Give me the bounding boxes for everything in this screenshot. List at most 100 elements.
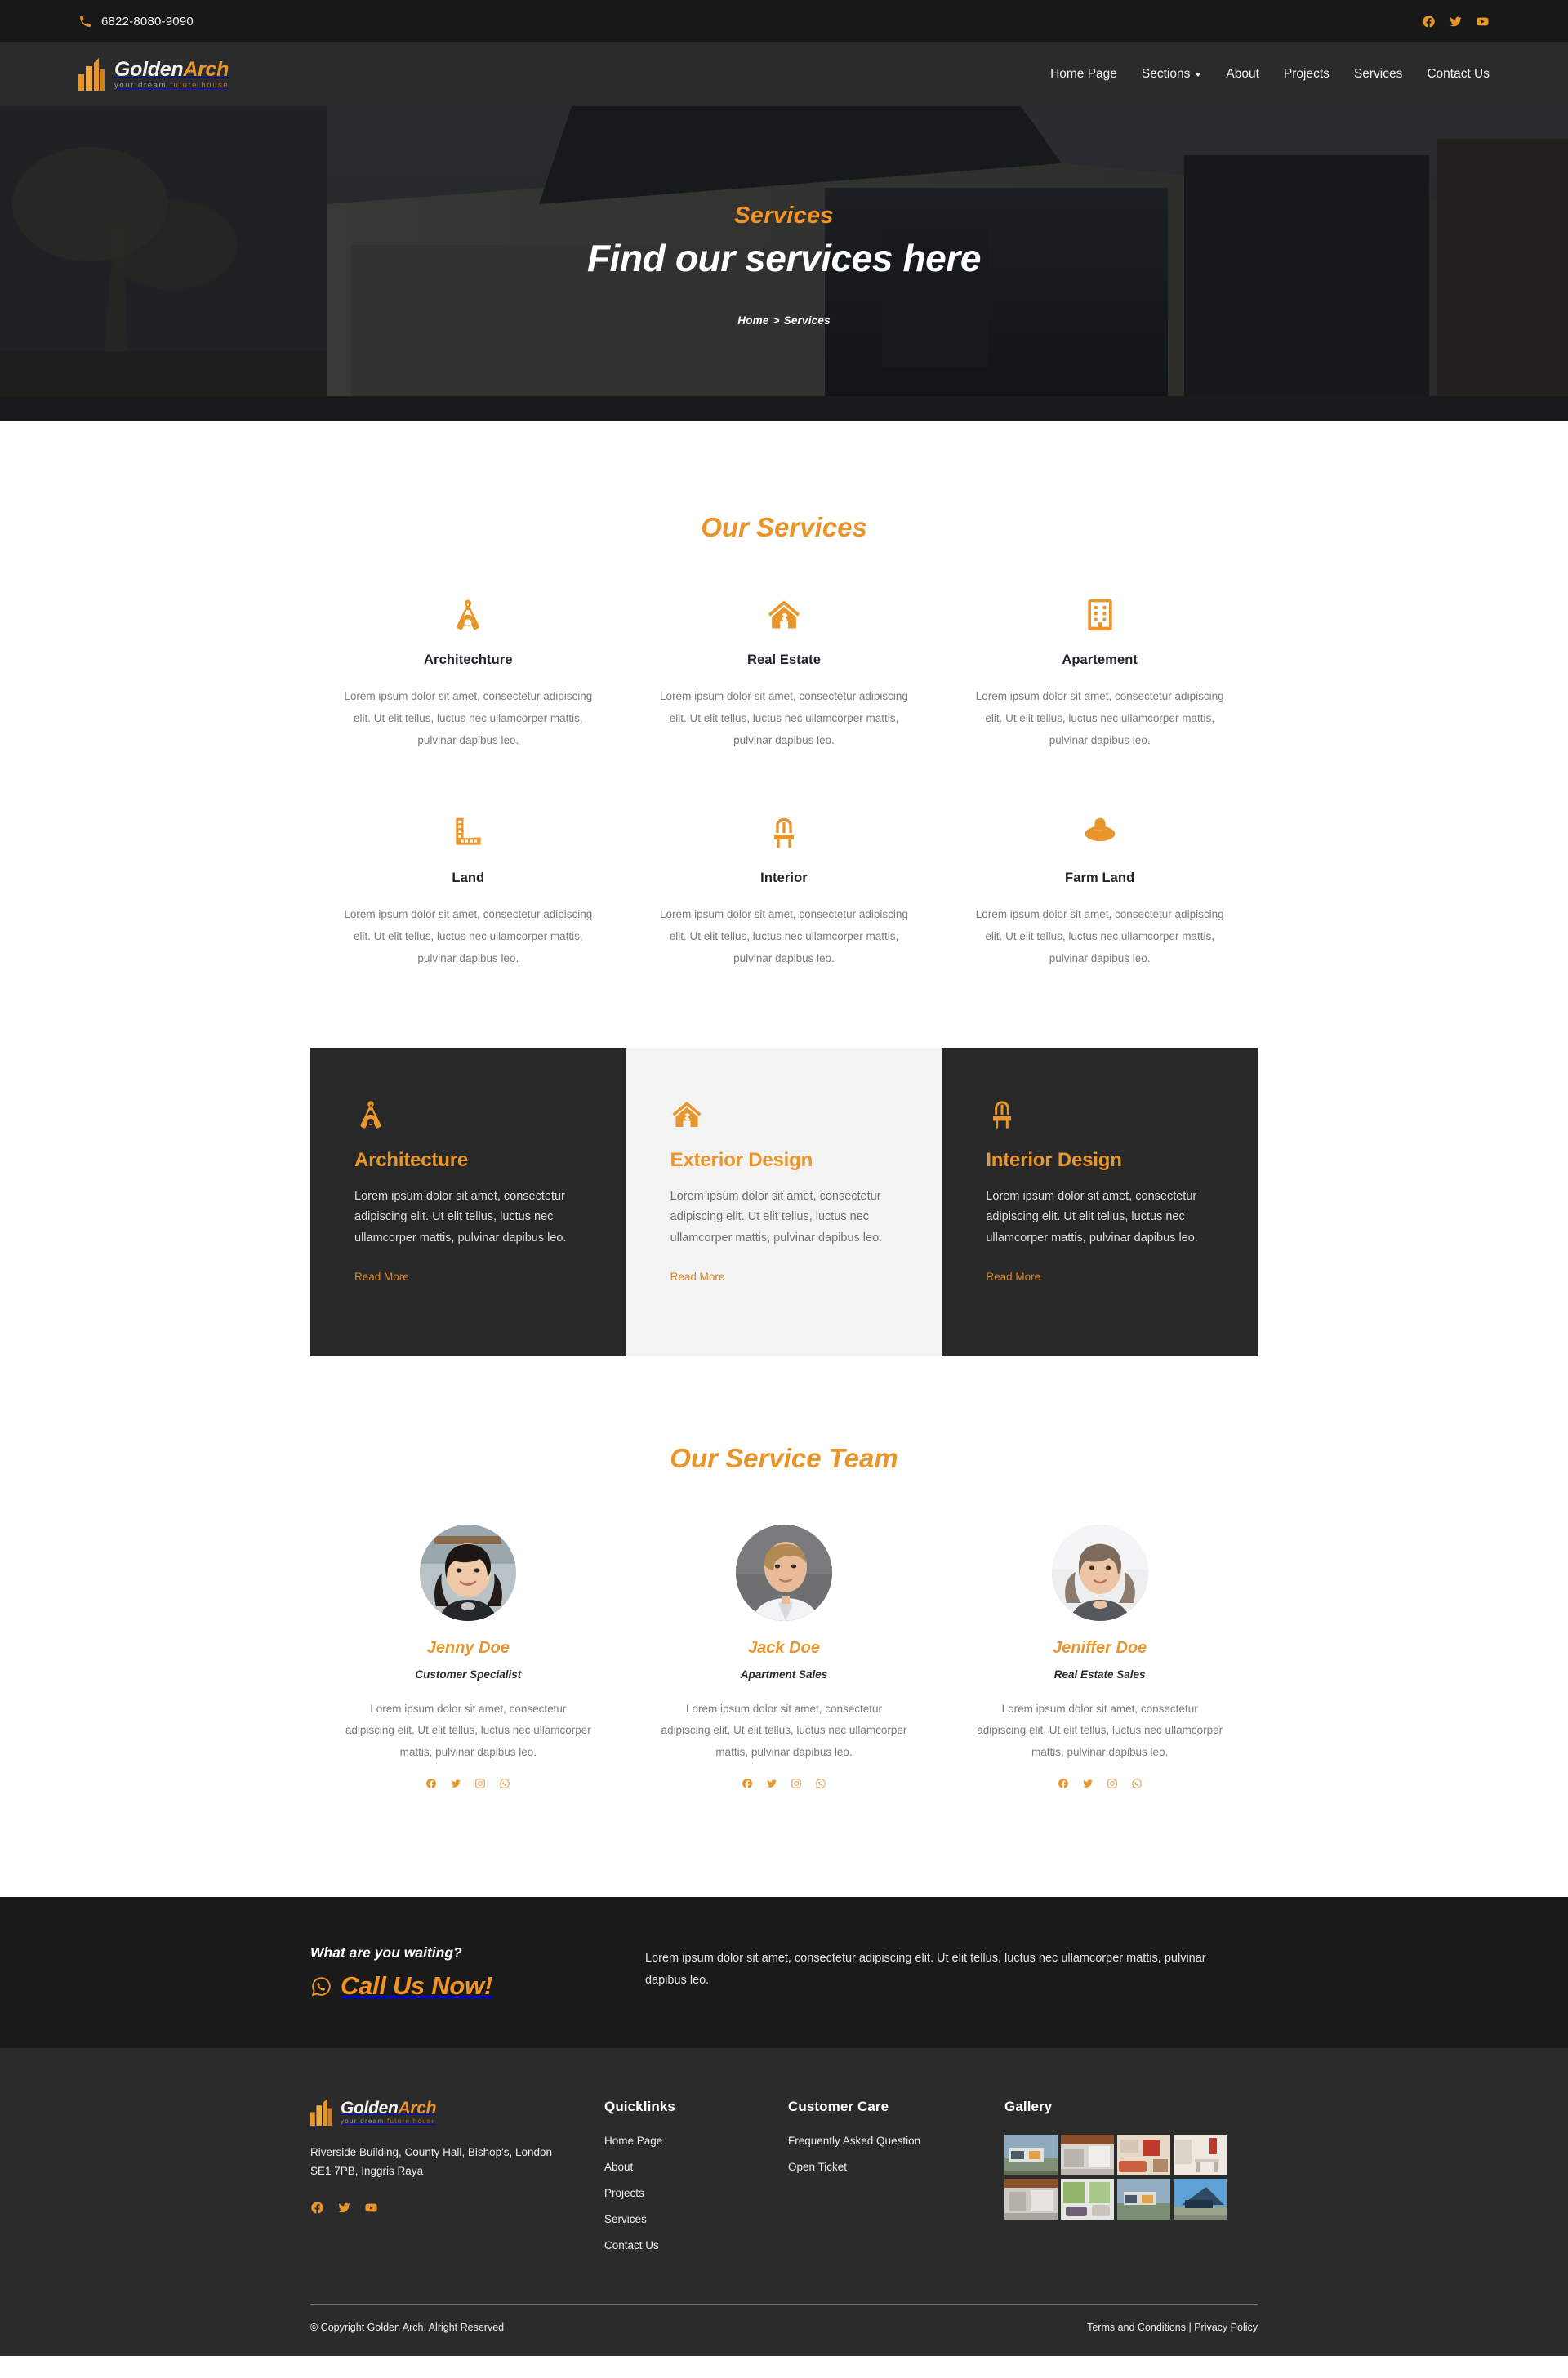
site-footer: GoldenArch your dream future house River… [0, 2048, 1568, 2357]
breadcrumb-home[interactable]: Home [737, 314, 768, 327]
gallery-thumb-living-1[interactable] [1117, 2135, 1170, 2176]
gallery-thumb-dining-1[interactable] [1174, 2135, 1227, 2176]
facebook-icon[interactable] [742, 1778, 753, 1789]
logo-tagline-part1: your dream [341, 2117, 387, 2126]
cta-description: Lorem ipsum dolor sit amet, consectetur … [645, 1952, 1206, 1987]
service-card-farm-land[interactable]: Farm Land Lorem ipsum dolor sit amet, co… [942, 812, 1258, 969]
customer-care-open-ticket[interactable]: Open Ticket [788, 2161, 1004, 2173]
footer-logo[interactable]: GoldenArch your dream future house [310, 2099, 604, 2126]
twitter-icon[interactable] [1082, 1778, 1094, 1789]
team-member-jenny-doe: Jenny Doe Customer Specialist Lorem ipsu… [310, 1525, 626, 1789]
chair-icon [657, 812, 911, 854]
gallery-thumb-kitchen-1[interactable] [1061, 2135, 1114, 2176]
privacy-policy-link[interactable]: Privacy Policy [1194, 2322, 1258, 2333]
nav-item-about[interactable]: About [1226, 67, 1259, 82]
service-name: Apartement [1062, 652, 1138, 667]
gallery-thumb-exterior-3[interactable] [1174, 2179, 1227, 2220]
service-name: Real Estate [746, 652, 822, 667]
ruler-icon [341, 812, 595, 854]
cowboy-hat-icon [973, 812, 1227, 854]
service-card-real-estate[interactable]: Real Estate Lorem ipsum dolor sit amet, … [626, 594, 942, 751]
phone-icon [78, 15, 92, 29]
call-us-now-button[interactable]: Call Us Now! [310, 1971, 645, 2001]
compass-drafting-icon [341, 594, 595, 636]
services-grid: Architechture Lorem ipsum dolor sit amet… [310, 594, 1258, 969]
hero-content: Services Find our services here Home > Ser… [0, 106, 1568, 421]
whatsapp-icon[interactable] [499, 1778, 510, 1789]
service-name: Interior [760, 871, 808, 885]
twitter-icon[interactable] [450, 1778, 461, 1789]
footer-address: Riverside Building, County Hall, Bishop'… [310, 2146, 552, 2177]
team-member-role: Apartment Sales [740, 1668, 828, 1681]
twitter-icon[interactable] [1449, 15, 1463, 29]
nav-item-sections[interactable]: Sections [1142, 67, 1202, 82]
twitter-icon[interactable] [766, 1778, 777, 1789]
panel-exterior-design[interactable]: Exterior Design Lorem ipsum dolor sit am… [626, 1048, 942, 1357]
house-icon [657, 594, 911, 636]
quicklink-home-page[interactable]: Home Page [604, 2135, 788, 2147]
copyright-text: © Copyright Golden Arch. Alright Reserve… [310, 2322, 505, 2334]
nav-label: Contact Us [1427, 67, 1490, 81]
panel-title: Architecture [354, 1149, 468, 1171]
panel-title: Interior Design [986, 1149, 1122, 1171]
site-logo[interactable]: GoldenArch your dream future house [78, 58, 229, 91]
service-description: Lorem ipsum dolor sit amet, consectetur … [975, 690, 1224, 746]
team-member-social-links [661, 1778, 908, 1789]
quicklink-services[interactable]: Services [604, 2213, 788, 2225]
service-card-land[interactable]: Land Lorem ipsum dolor sit amet, consect… [310, 812, 626, 969]
instagram-icon[interactable] [791, 1778, 802, 1789]
quicklink-projects[interactable]: Projects [604, 2187, 788, 2199]
team-grid: Jenny Doe Customer Specialist Lorem ipsu… [310, 1525, 1258, 1789]
logo-name-part2: Arch [183, 57, 229, 81]
terms-and-conditions-link[interactable]: Terms and Conditions [1087, 2322, 1186, 2333]
facebook-icon[interactable] [310, 2201, 324, 2215]
chair-icon [986, 1098, 1214, 1131]
read-more-link[interactable]: Read More [670, 1271, 725, 1283]
gallery-heading: Gallery [1004, 2099, 1053, 2115]
phone-contact[interactable]: 6822-8080-9090 [78, 15, 194, 29]
twitter-icon[interactable] [337, 2201, 351, 2215]
youtube-icon[interactable] [1476, 15, 1490, 29]
nav-item-projects[interactable]: Projects [1284, 67, 1330, 82]
service-name: Land [452, 871, 485, 885]
building-logo-icon [78, 58, 106, 91]
service-card-architechture[interactable]: Architechture Lorem ipsum dolor sit amet… [310, 594, 626, 751]
nav-label: Projects [1283, 67, 1330, 81]
facebook-icon[interactable] [1422, 15, 1436, 29]
service-name: Architechture [424, 652, 513, 667]
facebook-icon[interactable] [1058, 1778, 1069, 1789]
panel-interior-design[interactable]: Interior Design Lorem ipsum dolor sit am… [942, 1048, 1258, 1357]
service-card-apartement[interactable]: Apartement Lorem ipsum dolor sit amet, c… [942, 594, 1258, 751]
nav-item-contact-us[interactable]: Contact Us [1427, 67, 1490, 82]
service-description: Lorem ipsum dolor sit amet, consectetur … [975, 908, 1224, 964]
whatsapp-icon[interactable] [815, 1778, 826, 1789]
service-card-interior[interactable]: Interior Lorem ipsum dolor sit amet, con… [626, 812, 942, 969]
read-more-link[interactable]: Read More [986, 1271, 1040, 1283]
instagram-icon[interactable] [474, 1778, 486, 1789]
gallery-thumb-exterior-1[interactable] [1004, 2135, 1058, 2176]
panel-architecture[interactable]: Architecture Lorem ipsum dolor sit amet,… [310, 1048, 626, 1357]
gallery-thumb-living-2[interactable] [1061, 2179, 1114, 2220]
facebook-icon[interactable] [425, 1778, 437, 1789]
nav-links: Home Page Sections About Projects Servic… [1050, 67, 1490, 82]
quicklinks-heading: Quicklinks [604, 2099, 675, 2115]
nav-item-home-page[interactable]: Home Page [1050, 67, 1117, 82]
breadcrumb-separator: > [773, 314, 780, 327]
page-root: 6822-8080-9090 GoldenArch your dream fut… [0, 0, 1568, 2357]
panel-title: Exterior Design [670, 1149, 813, 1171]
gallery-thumb-kitchen-2[interactable] [1004, 2179, 1058, 2220]
gallery-thumb-exterior-2[interactable] [1117, 2179, 1170, 2220]
panel-description: Lorem ipsum dolor sit amet, consectetur … [986, 1190, 1198, 1245]
youtube-icon[interactable] [364, 2201, 378, 2215]
nav-item-services[interactable]: Services [1354, 67, 1402, 82]
logo-name-part2: Arch [398, 2099, 437, 2118]
customer-care-faq[interactable]: Frequently Asked Question [788, 2135, 1004, 2147]
whatsapp-icon [310, 1975, 332, 1997]
read-more-link[interactable]: Read More [354, 1271, 409, 1283]
whatsapp-icon[interactable] [1131, 1778, 1143, 1789]
customer-care-list: Frequently Asked Question Open Ticket [788, 2135, 1004, 2173]
quicklink-about[interactable]: About [604, 2161, 788, 2173]
quicklink-contact-us[interactable]: Contact Us [604, 2239, 788, 2251]
nav-label: Services [1353, 67, 1403, 81]
instagram-icon[interactable] [1107, 1778, 1118, 1789]
